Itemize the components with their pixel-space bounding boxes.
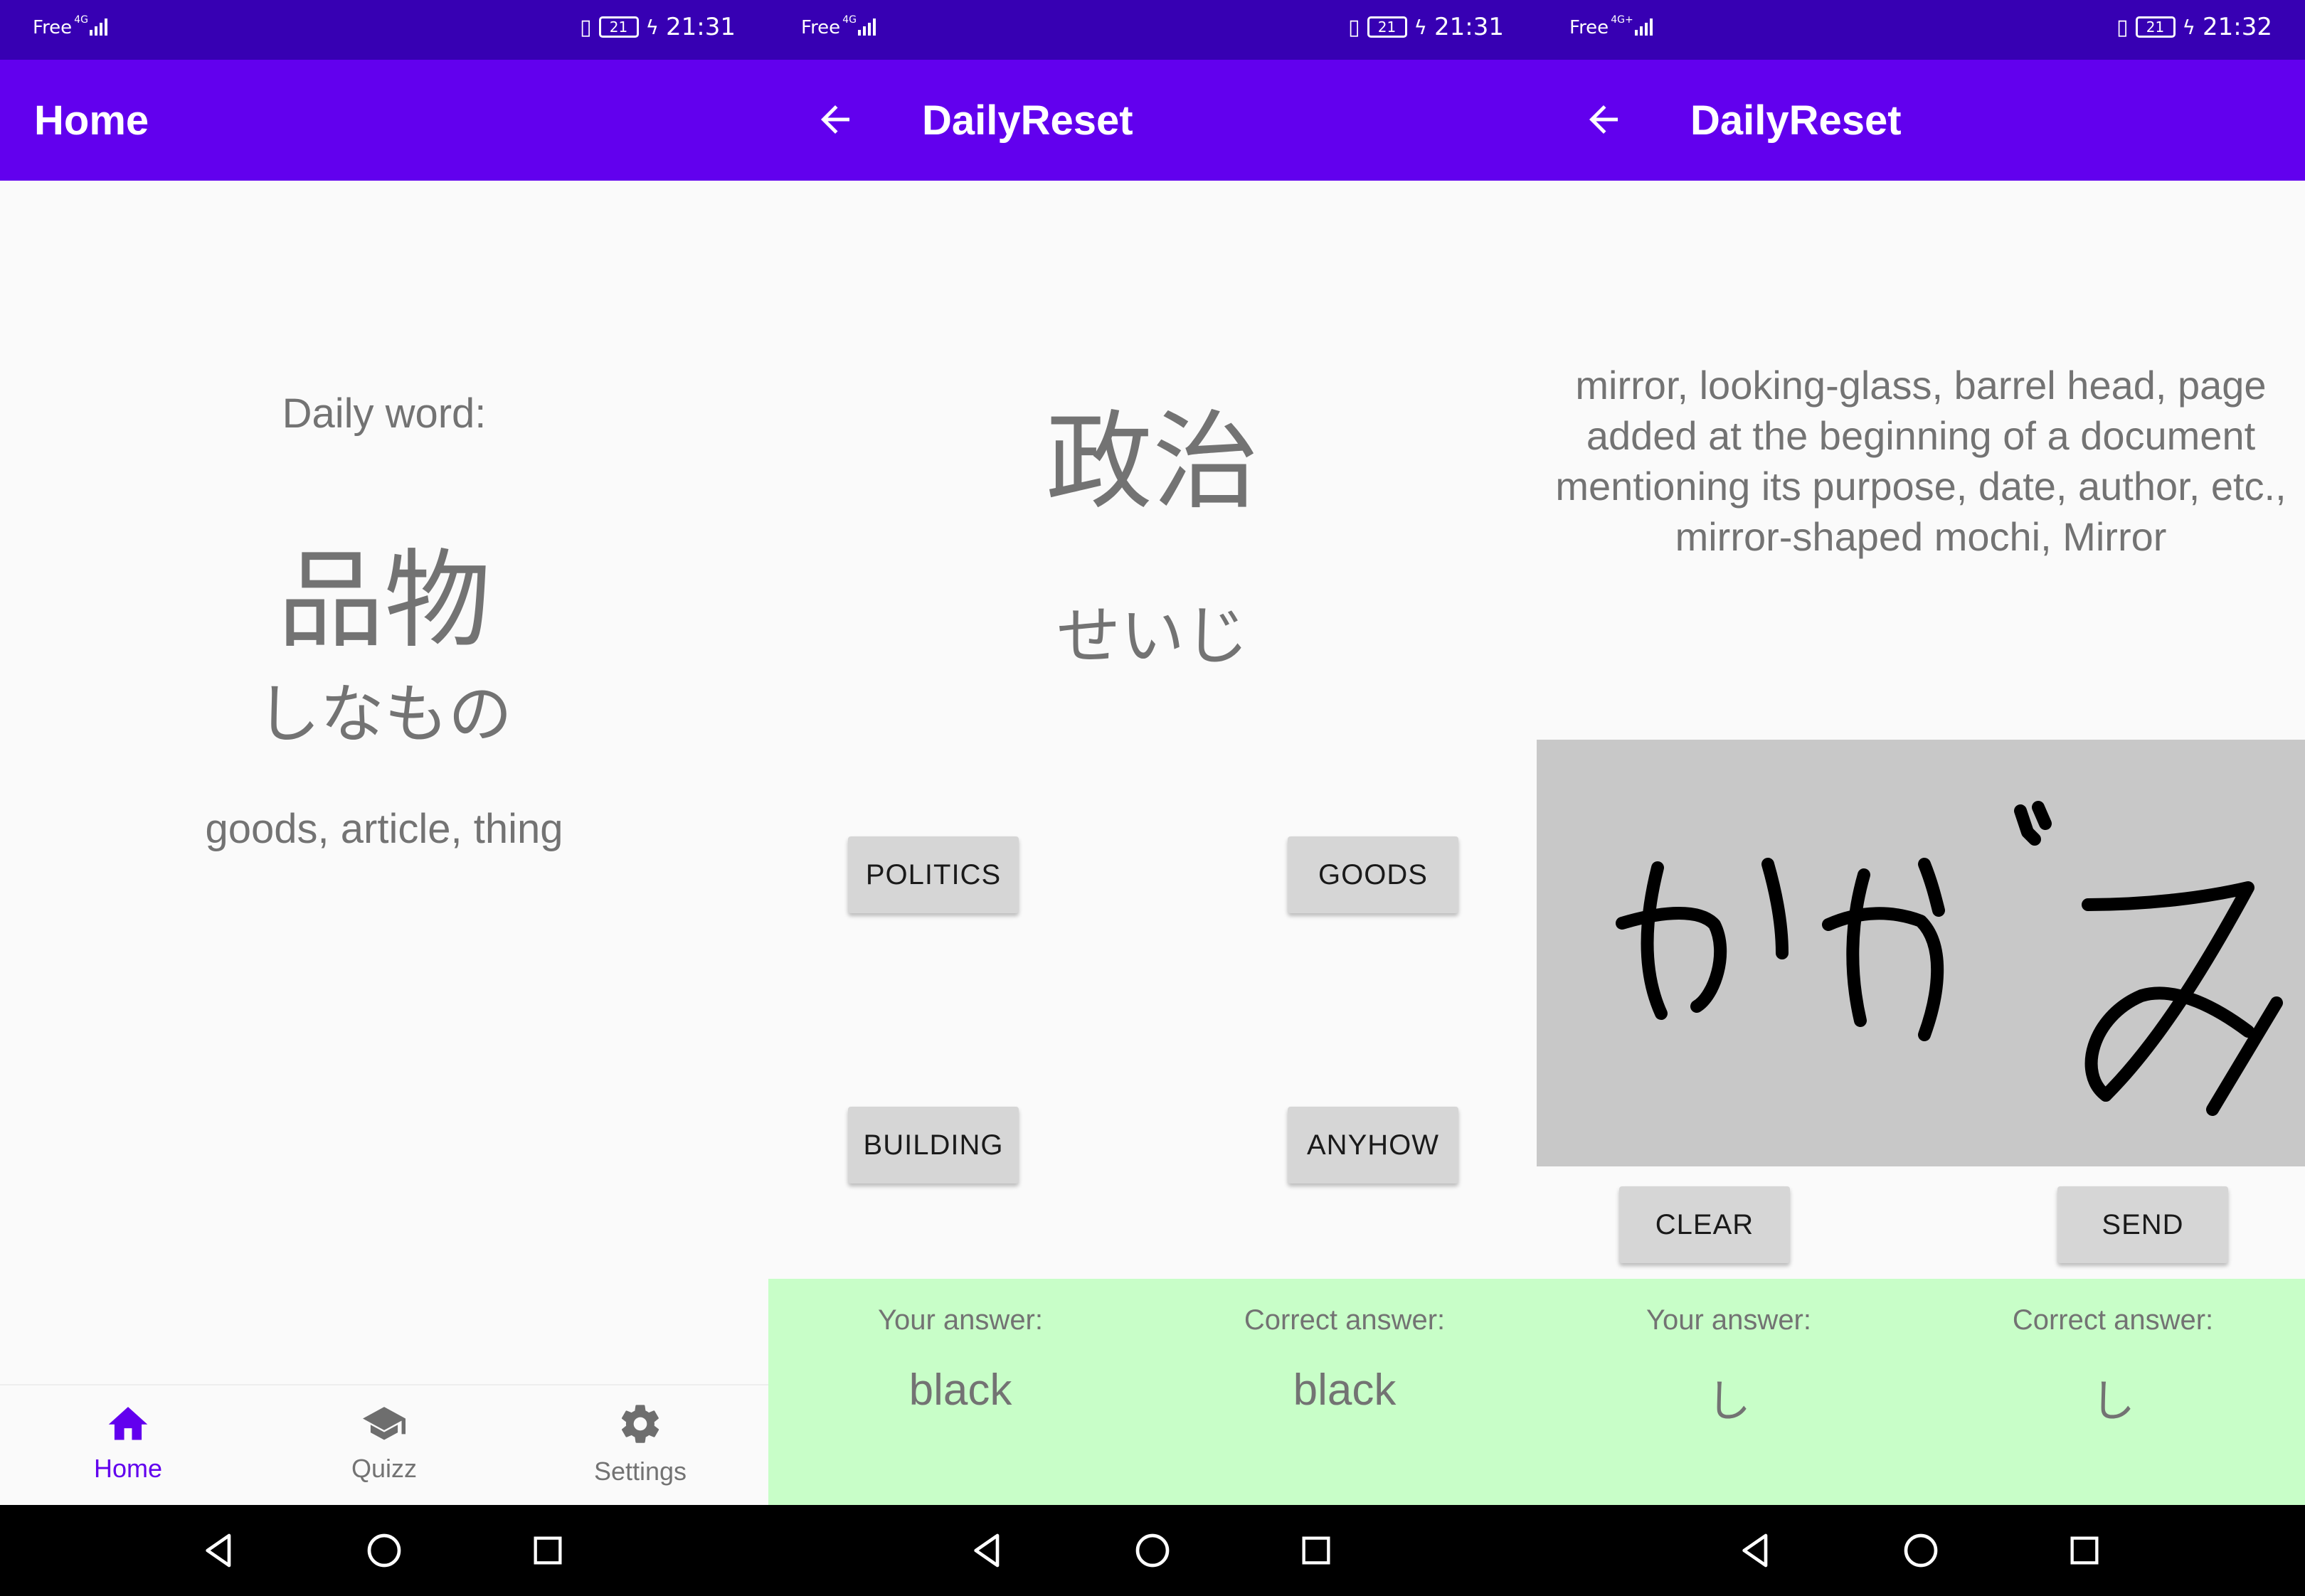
app-bar: Home [0, 60, 768, 181]
status-right: ▯ 21 ϟ 21:31 [1348, 13, 1504, 41]
carrier-label: Free [33, 17, 73, 38]
signal-icon [1634, 17, 1653, 36]
nav-item-settings[interactable]: Settings [512, 1385, 768, 1505]
home-icon [108, 1407, 148, 1440]
status-bar: Free 4G ▯ 21 ϟ 21:31 [0, 0, 768, 60]
app-bar: DailyReset [1537, 60, 2305, 181]
signal-icon [857, 17, 876, 36]
back-arrow-icon[interactable] [1578, 94, 1629, 145]
bottom-navigation: Home Quizz Settings [0, 1384, 768, 1505]
clock: 21:31 [666, 13, 736, 41]
answer-result-panel: Your answer: black Correct answer: black [768, 1279, 1537, 1505]
carrier-indicator: Free 4G [801, 14, 876, 38]
nav-item-home[interactable]: Home [0, 1385, 256, 1505]
charging-icon: ϟ [1414, 15, 1428, 39]
carrier-indicator: Free 4G+ [1569, 14, 1653, 38]
battery-icon: 21 [1367, 16, 1407, 38]
question-kana: せいじ [1056, 599, 1249, 674]
quiz-drawing-screen: Free 4G+ ▯ 21 ϟ 21:32 DailyReset mirror,… [1537, 0, 2305, 1596]
nav-label-settings: Settings [593, 1457, 687, 1486]
page-title: DailyReset [922, 97, 1133, 144]
status-bar: Free 4G ▯ 21 ϟ 21:31 [768, 0, 1537, 60]
question-kanji: 政治 [1045, 400, 1259, 524]
your-answer-label: Your answer: [1646, 1304, 1811, 1336]
word-meaning: goods, article, thing [205, 806, 563, 852]
word-kana: しなもの [256, 677, 512, 752]
battery-icon: 21 [598, 16, 639, 38]
your-answer-block: Your answer: し [1537, 1279, 1921, 1429]
handwritten-answer [1616, 801, 2283, 1116]
home-circle-icon[interactable] [1892, 1522, 1949, 1579]
back-triangle-icon[interactable] [1727, 1522, 1784, 1579]
school-icon [363, 1407, 406, 1440]
vibrate-icon: ▯ [1348, 14, 1360, 40]
correct-answer-label: Correct answer: [2012, 1304, 2214, 1336]
your-answer-block: Your answer: black [768, 1279, 1152, 1415]
network-type: 4G+ [1611, 14, 1633, 26]
correct-answer-value: black [1293, 1366, 1397, 1415]
system-nav-bar [1537, 1505, 2305, 1596]
correct-answer-value: し [2090, 1377, 2135, 1426]
nav-label-home: Home [93, 1454, 163, 1483]
carrier-indicator: Free 4G [33, 14, 107, 38]
clear-button[interactable]: CLEAR [1619, 1186, 1790, 1263]
system-nav-bar [0, 1505, 768, 1596]
back-triangle-icon[interactable] [191, 1522, 248, 1579]
home-screen: Free 4G ▯ 21 ϟ 21:31 Home Daily word: 品物… [0, 0, 768, 1596]
charging-icon: ϟ [2182, 15, 2196, 39]
charging-icon: ϟ [645, 15, 659, 39]
page-title: Home [34, 97, 149, 144]
your-answer-value: し [1706, 1377, 1751, 1426]
network-type: 4G [74, 14, 88, 26]
back-triangle-icon[interactable] [959, 1522, 1016, 1579]
signal-icon [89, 17, 107, 36]
clock: 21:32 [2203, 13, 2272, 41]
carrier-label: Free [1569, 17, 1609, 38]
choice-goods-button[interactable]: GOODS [1288, 836, 1458, 913]
nav-label-quizz: Quizz [351, 1454, 418, 1483]
recents-square-icon[interactable] [2056, 1522, 2113, 1579]
nav-item-quizz[interactable]: Quizz [256, 1385, 512, 1505]
status-right: ▯ 21 ϟ 21:32 [2116, 13, 2272, 41]
system-nav-bar [768, 1505, 1537, 1596]
your-answer-label: Your answer: [878, 1304, 1043, 1336]
correct-answer-block: Correct answer: し [1921, 1279, 2305, 1429]
your-answer-value: black [908, 1366, 1012, 1415]
vibrate-icon: ▯ [580, 14, 592, 40]
daily-word-label: Daily word: [282, 390, 487, 437]
choice-building-button[interactable]: BUILDING [848, 1107, 1019, 1183]
word-kanji: 品物 [277, 539, 491, 663]
battery-icon: 21 [2135, 16, 2176, 38]
answer-result-panel: Your answer: し Correct answer: し [1537, 1279, 2305, 1505]
drawing-canvas[interactable] [1537, 740, 2305, 1166]
quiz-choice-screen: Free 4G ▯ 21 ϟ 21:31 DailyReset 政治 せいじ P… [768, 0, 1537, 1596]
back-arrow-icon[interactable] [810, 94, 861, 145]
recents-square-icon[interactable] [519, 1522, 576, 1579]
battery-level: 21 [609, 18, 628, 36]
app-bar: DailyReset [768, 60, 1537, 181]
home-circle-icon[interactable] [356, 1522, 413, 1579]
choice-politics-button[interactable]: POLITICS [848, 836, 1019, 913]
status-right: ▯ 21 ϟ 21:31 [580, 13, 736, 41]
network-type: 4G [842, 14, 857, 26]
correct-answer-block: Correct answer: black [1152, 1279, 1537, 1415]
home-circle-icon[interactable] [1124, 1522, 1181, 1579]
page-title: DailyReset [1690, 97, 1902, 144]
status-bar: Free 4G+ ▯ 21 ϟ 21:32 [1537, 0, 2305, 60]
correct-answer-label: Correct answer: [1244, 1304, 1446, 1336]
recents-square-icon[interactable] [1288, 1522, 1345, 1579]
carrier-label: Free [801, 17, 841, 38]
battery-level: 21 [1377, 18, 1397, 36]
clock: 21:31 [1434, 13, 1504, 41]
vibrate-icon: ▯ [2116, 14, 2129, 40]
definition-text: mirror, looking-glass, barrel head, page… [1555, 363, 2287, 559]
gear-icon [621, 1405, 659, 1443]
send-button[interactable]: SEND [2057, 1186, 2228, 1263]
choice-anyhow-button[interactable]: ANYHOW [1288, 1107, 1458, 1183]
battery-level: 21 [2146, 18, 2165, 36]
